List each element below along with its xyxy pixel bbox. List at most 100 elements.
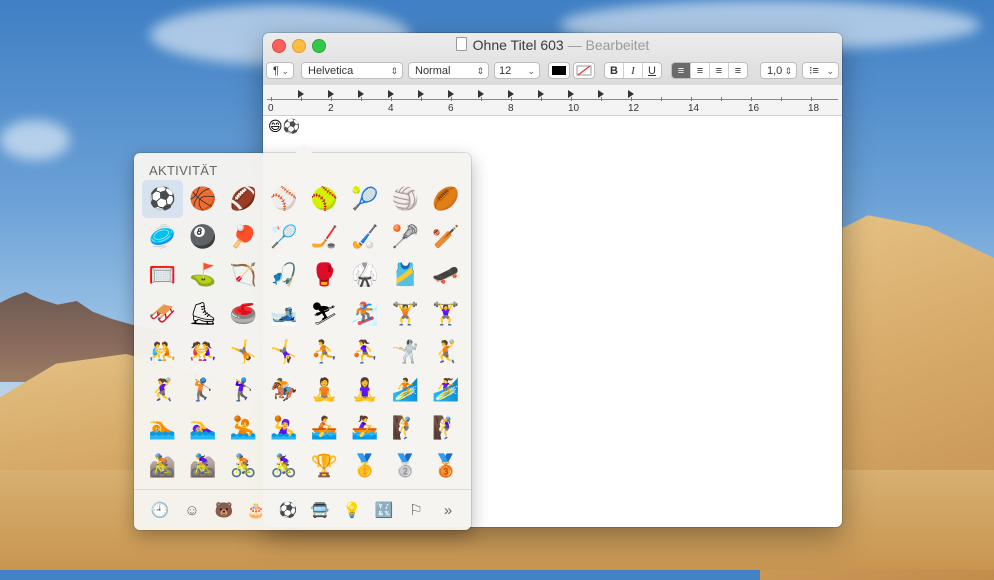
ruler[interactable]: 0 2 4 6 8 10 12 14 16 18 (263, 85, 842, 116)
emoji-cell[interactable]: 🚣‍♀️ (345, 409, 386, 447)
emoji-cell[interactable]: 🏋️‍♀️ (426, 295, 467, 333)
emoji-cell[interactable]: 🏒 (304, 218, 345, 256)
emoji-cell[interactable]: ⛳ (183, 256, 224, 294)
emoji-cell[interactable]: 🤼‍♀️ (183, 333, 224, 371)
tab-stop-marker[interactable] (418, 90, 424, 98)
tab-stop-marker[interactable] (508, 90, 514, 98)
symbols-icon[interactable]: 🔣 (368, 501, 400, 519)
emoji-cell[interactable]: 🏆 (304, 447, 345, 485)
tab-stop-marker[interactable] (568, 90, 574, 98)
emoji-cell[interactable]: 🥎 (304, 180, 345, 218)
emoji-cell[interactable]: 🥏 (142, 218, 183, 256)
font-size-combo[interactable]: 12 ⌄ (494, 62, 540, 79)
emoji-cell[interactable]: 🧘 (304, 371, 345, 409)
emoji-cell[interactable]: 🛷 (142, 295, 183, 333)
emoji-cell[interactable]: 🚵‍♀️ (183, 447, 224, 485)
emoji-cell[interactable]: 🧘‍♀️ (345, 371, 386, 409)
emoji-cell[interactable]: ⛷ (304, 295, 345, 333)
emoji-cell[interactable]: 🏈 (223, 180, 264, 218)
emoji-cell[interactable]: 🤾 (426, 333, 467, 371)
paragraph-style-popup[interactable]: ¶ ⌄ (266, 62, 294, 79)
emoji-cell[interactable]: 🏄 (385, 371, 426, 409)
emoji-cell[interactable]: 🧗‍♀️ (426, 409, 467, 447)
tab-stop-marker[interactable] (478, 90, 484, 98)
emoji-cell[interactable]: 🤼 (142, 333, 183, 371)
tab-stop-marker[interactable] (388, 90, 394, 98)
emoji-cell[interactable]: 🤸 (223, 333, 264, 371)
tab-stop-marker[interactable] (628, 90, 634, 98)
italic-button[interactable]: I (624, 63, 643, 78)
emoji-cell[interactable]: ⛸ (183, 295, 224, 333)
emoji-cell[interactable]: 🤺 (385, 333, 426, 371)
emoji-cell[interactable]: 🏹 (223, 256, 264, 294)
emoji-cell[interactable]: 🥉 (426, 447, 467, 485)
text-color-well[interactable] (548, 62, 570, 79)
emoji-cell[interactable]: 🥌 (223, 295, 264, 333)
emoji-cell[interactable]: 🎱 (183, 218, 224, 256)
activity-icon[interactable]: ⚽ (272, 501, 304, 519)
food-icon[interactable]: 🎂 (240, 501, 272, 519)
emoji-cell[interactable]: 🏐 (385, 180, 426, 218)
emoji-cell[interactable]: 🎿 (264, 295, 305, 333)
underline-button[interactable]: U (643, 63, 661, 78)
emoji-cell[interactable]: 🥈 (385, 447, 426, 485)
emoji-cell[interactable]: 🥅 (142, 256, 183, 294)
emoji-cell[interactable]: 🚴 (223, 447, 264, 485)
emoji-cell[interactable]: 🥊 (304, 256, 345, 294)
justify-button[interactable]: ≡ (729, 63, 747, 78)
line-spacing-popup[interactable]: 1,0 ⇕ (760, 62, 797, 79)
emoji-cell[interactable]: 🏋️ (385, 295, 426, 333)
tab-stop-marker[interactable] (538, 90, 544, 98)
font-style-popup[interactable]: Normal ⇕ (408, 62, 489, 79)
background-color-well[interactable] (573, 62, 595, 79)
emoji-cell[interactable]: 🥇 (345, 447, 386, 485)
emoji-cell[interactable]: 🏄‍♀️ (426, 371, 467, 409)
tab-stop-marker[interactable] (358, 90, 364, 98)
smileys-icon[interactable]: ☺ (176, 502, 208, 519)
emoji-cell[interactable]: 🚴‍♀️ (264, 447, 305, 485)
recent-icon[interactable]: 🕘 (144, 501, 176, 519)
emoji-cell[interactable]: 🏉 (426, 180, 467, 218)
emoji-cell[interactable]: 🚵 (142, 447, 183, 485)
bold-button[interactable]: B (605, 63, 624, 78)
emoji-cell[interactable]: 🤽‍♀️ (264, 409, 305, 447)
emoji-cell[interactable]: 🏊 (142, 409, 183, 447)
more-icon[interactable]: » (432, 502, 464, 519)
emoji-cell[interactable]: 🥋 (345, 256, 386, 294)
emoji-cell[interactable]: 🏊‍♀️ (183, 409, 224, 447)
tab-stop-marker[interactable] (298, 90, 304, 98)
align-right-button[interactable]: ≡ (710, 63, 729, 78)
tab-stop-marker[interactable] (328, 90, 334, 98)
emoji-cell[interactable]: 🧗 (385, 409, 426, 447)
travel-icon[interactable]: 🚍 (304, 501, 336, 519)
animals-icon[interactable]: 🐻 (208, 501, 240, 519)
align-left-button[interactable]: ≡ (672, 63, 691, 78)
emoji-cell[interactable]: 🤾‍♀️ (142, 371, 183, 409)
tab-stop-marker[interactable] (598, 90, 604, 98)
emoji-cell[interactable]: 🏑 (345, 218, 386, 256)
emoji-cell[interactable]: 🏂 (345, 295, 386, 333)
emoji-cell[interactable]: 🥍 (385, 218, 426, 256)
emoji-cell[interactable]: 🤸‍♀️ (264, 333, 305, 371)
emoji-cell[interactable]: 🎽 (385, 256, 426, 294)
emoji-cell[interactable]: 🛹 (426, 256, 467, 294)
emoji-cell[interactable]: 🚣 (304, 409, 345, 447)
emoji-cell[interactable]: 🏏 (426, 218, 467, 256)
emoji-cell[interactable]: ⚾ (264, 180, 305, 218)
emoji-cell[interactable]: ⛹️‍♀️ (345, 333, 386, 371)
objects-icon[interactable]: 💡 (336, 501, 368, 519)
emoji-cell[interactable]: 🏌️‍♀️ (223, 371, 264, 409)
tab-stop-marker[interactable] (448, 90, 454, 98)
emoji-cell[interactable]: 🏸 (264, 218, 305, 256)
emoji-cell[interactable]: 🏀 (183, 180, 224, 218)
font-family-popup[interactable]: Helvetica ⇕ (301, 62, 403, 79)
emoji-cell[interactable]: 🤽 (223, 409, 264, 447)
emoji-cell[interactable]: 🎾 (345, 180, 386, 218)
document-text[interactable]: 😄⚽ (268, 118, 300, 135)
emoji-cell[interactable]: 🏓 (223, 218, 264, 256)
emoji-cell[interactable]: 🏌️ (183, 371, 224, 409)
emoji-cell[interactable]: 🎣 (264, 256, 305, 294)
emoji-cell[interactable]: 🏇 (264, 371, 305, 409)
flags-icon[interactable]: ⚐ (400, 501, 432, 519)
emoji-cell[interactable]: ⛹️ (304, 333, 345, 371)
